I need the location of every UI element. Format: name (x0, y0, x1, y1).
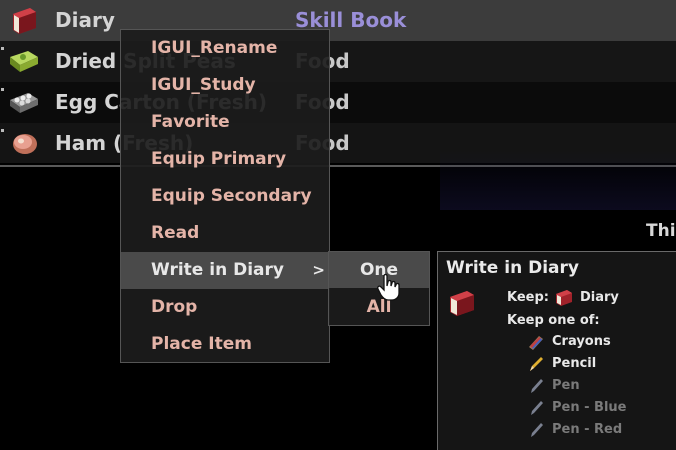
bullet-icon (1, 47, 4, 50)
menu-item-read[interactable]: Read (121, 215, 329, 252)
inventory-row[interactable]: Dried Split Peas Food (0, 41, 676, 82)
tool-name: Crayons (552, 334, 611, 349)
peas-box-icon (10, 51, 38, 72)
ham-icon (13, 134, 37, 154)
tool-name: Pencil (552, 356, 597, 371)
bullet-icon (1, 129, 4, 132)
red-book-icon (450, 291, 474, 316)
menu-item-label: Read (151, 223, 200, 243)
keep-one-of-label: Keep one of: (507, 313, 600, 328)
egg-carton-icon (10, 93, 38, 113)
inventory-list: Diary Skill Book Dried Split Peas Food E… (0, 0, 676, 166)
tooltip-title: Write in Diary (446, 258, 579, 278)
menu-item-label: IGUI_Rename (151, 38, 278, 58)
red-book-icon (13, 8, 36, 34)
background-shade (440, 150, 676, 210)
menu-item-write-in-diary[interactable]: Write in Diary > (121, 252, 329, 289)
menu-item-place-item[interactable]: Place Item (121, 326, 329, 363)
tool-option: Pen - Red (526, 420, 676, 440)
pen-icon (531, 379, 543, 393)
menu-item-rename[interactable]: IGUI_Rename (121, 30, 329, 67)
submenu-arrow-icon: > (312, 261, 325, 279)
hand-cursor-icon (377, 273, 400, 301)
pen-blue-icon (531, 401, 543, 415)
menu-item-label: Place Item (151, 334, 252, 354)
keep-item-name: Diary (580, 290, 619, 305)
menu-item-study[interactable]: IGUI_Study (121, 67, 329, 104)
inventory-row[interactable]: Egg Carton (Fresh) Food (0, 82, 676, 123)
menu-item-label: Favorite (151, 112, 230, 132)
red-book-icon (556, 290, 572, 306)
menu-item-label: Equip Secondary (151, 186, 312, 206)
tool-option: Pencil (526, 354, 676, 374)
tool-option: Crayons (526, 332, 676, 352)
bullet-icon (1, 88, 4, 91)
recipe-tooltip: Write in Diary Keep: Diary Keep one of: … (437, 251, 676, 450)
crayons-icon (529, 336, 543, 350)
inventory-row[interactable]: Diary Skill Book (0, 0, 676, 41)
pencil-icon (530, 357, 543, 371)
menu-item-label: Drop (151, 297, 198, 317)
menu-item-equip-secondary[interactable]: Equip Secondary (121, 178, 329, 215)
tool-name: Pen - Red (552, 422, 623, 437)
tool-name: Pen - Blue (552, 400, 627, 415)
menu-item-label: IGUI_Study (151, 75, 256, 95)
tool-option: Pen - Blue (526, 398, 676, 418)
context-menu: IGUI_Rename IGUI_Study Favorite Equip Pr… (120, 29, 330, 363)
menu-item-drop[interactable]: Drop (121, 289, 329, 326)
tool-name: Pen (552, 378, 580, 393)
cut-off-text: This (646, 221, 676, 241)
tool-option: Pen (526, 376, 676, 396)
menu-item-favorite[interactable]: Favorite (121, 104, 329, 141)
menu-item-label: Equip Primary (151, 149, 287, 169)
menu-item-equip-primary[interactable]: Equip Primary (121, 141, 329, 178)
keep-label: Keep: (507, 290, 549, 305)
pen-red-icon (531, 423, 543, 437)
item-name: Diary (55, 8, 115, 32)
menu-item-label: Write in Diary (151, 260, 284, 280)
